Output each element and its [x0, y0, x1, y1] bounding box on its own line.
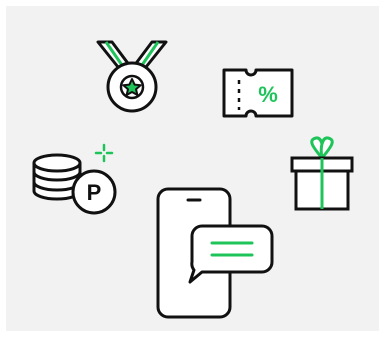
coupon-percent-symbol: %	[258, 82, 278, 107]
illustration-panel: % P	[6, 6, 379, 331]
gift-box-icon	[290, 136, 354, 211]
rewards-illustration: % P	[32, 40, 354, 319]
points-letter: P	[87, 180, 102, 205]
points-coins-icon: P	[32, 143, 117, 215]
coupon-icon: %	[222, 68, 294, 118]
sparkle-icon	[94, 143, 114, 163]
medal-icon	[96, 40, 168, 113]
